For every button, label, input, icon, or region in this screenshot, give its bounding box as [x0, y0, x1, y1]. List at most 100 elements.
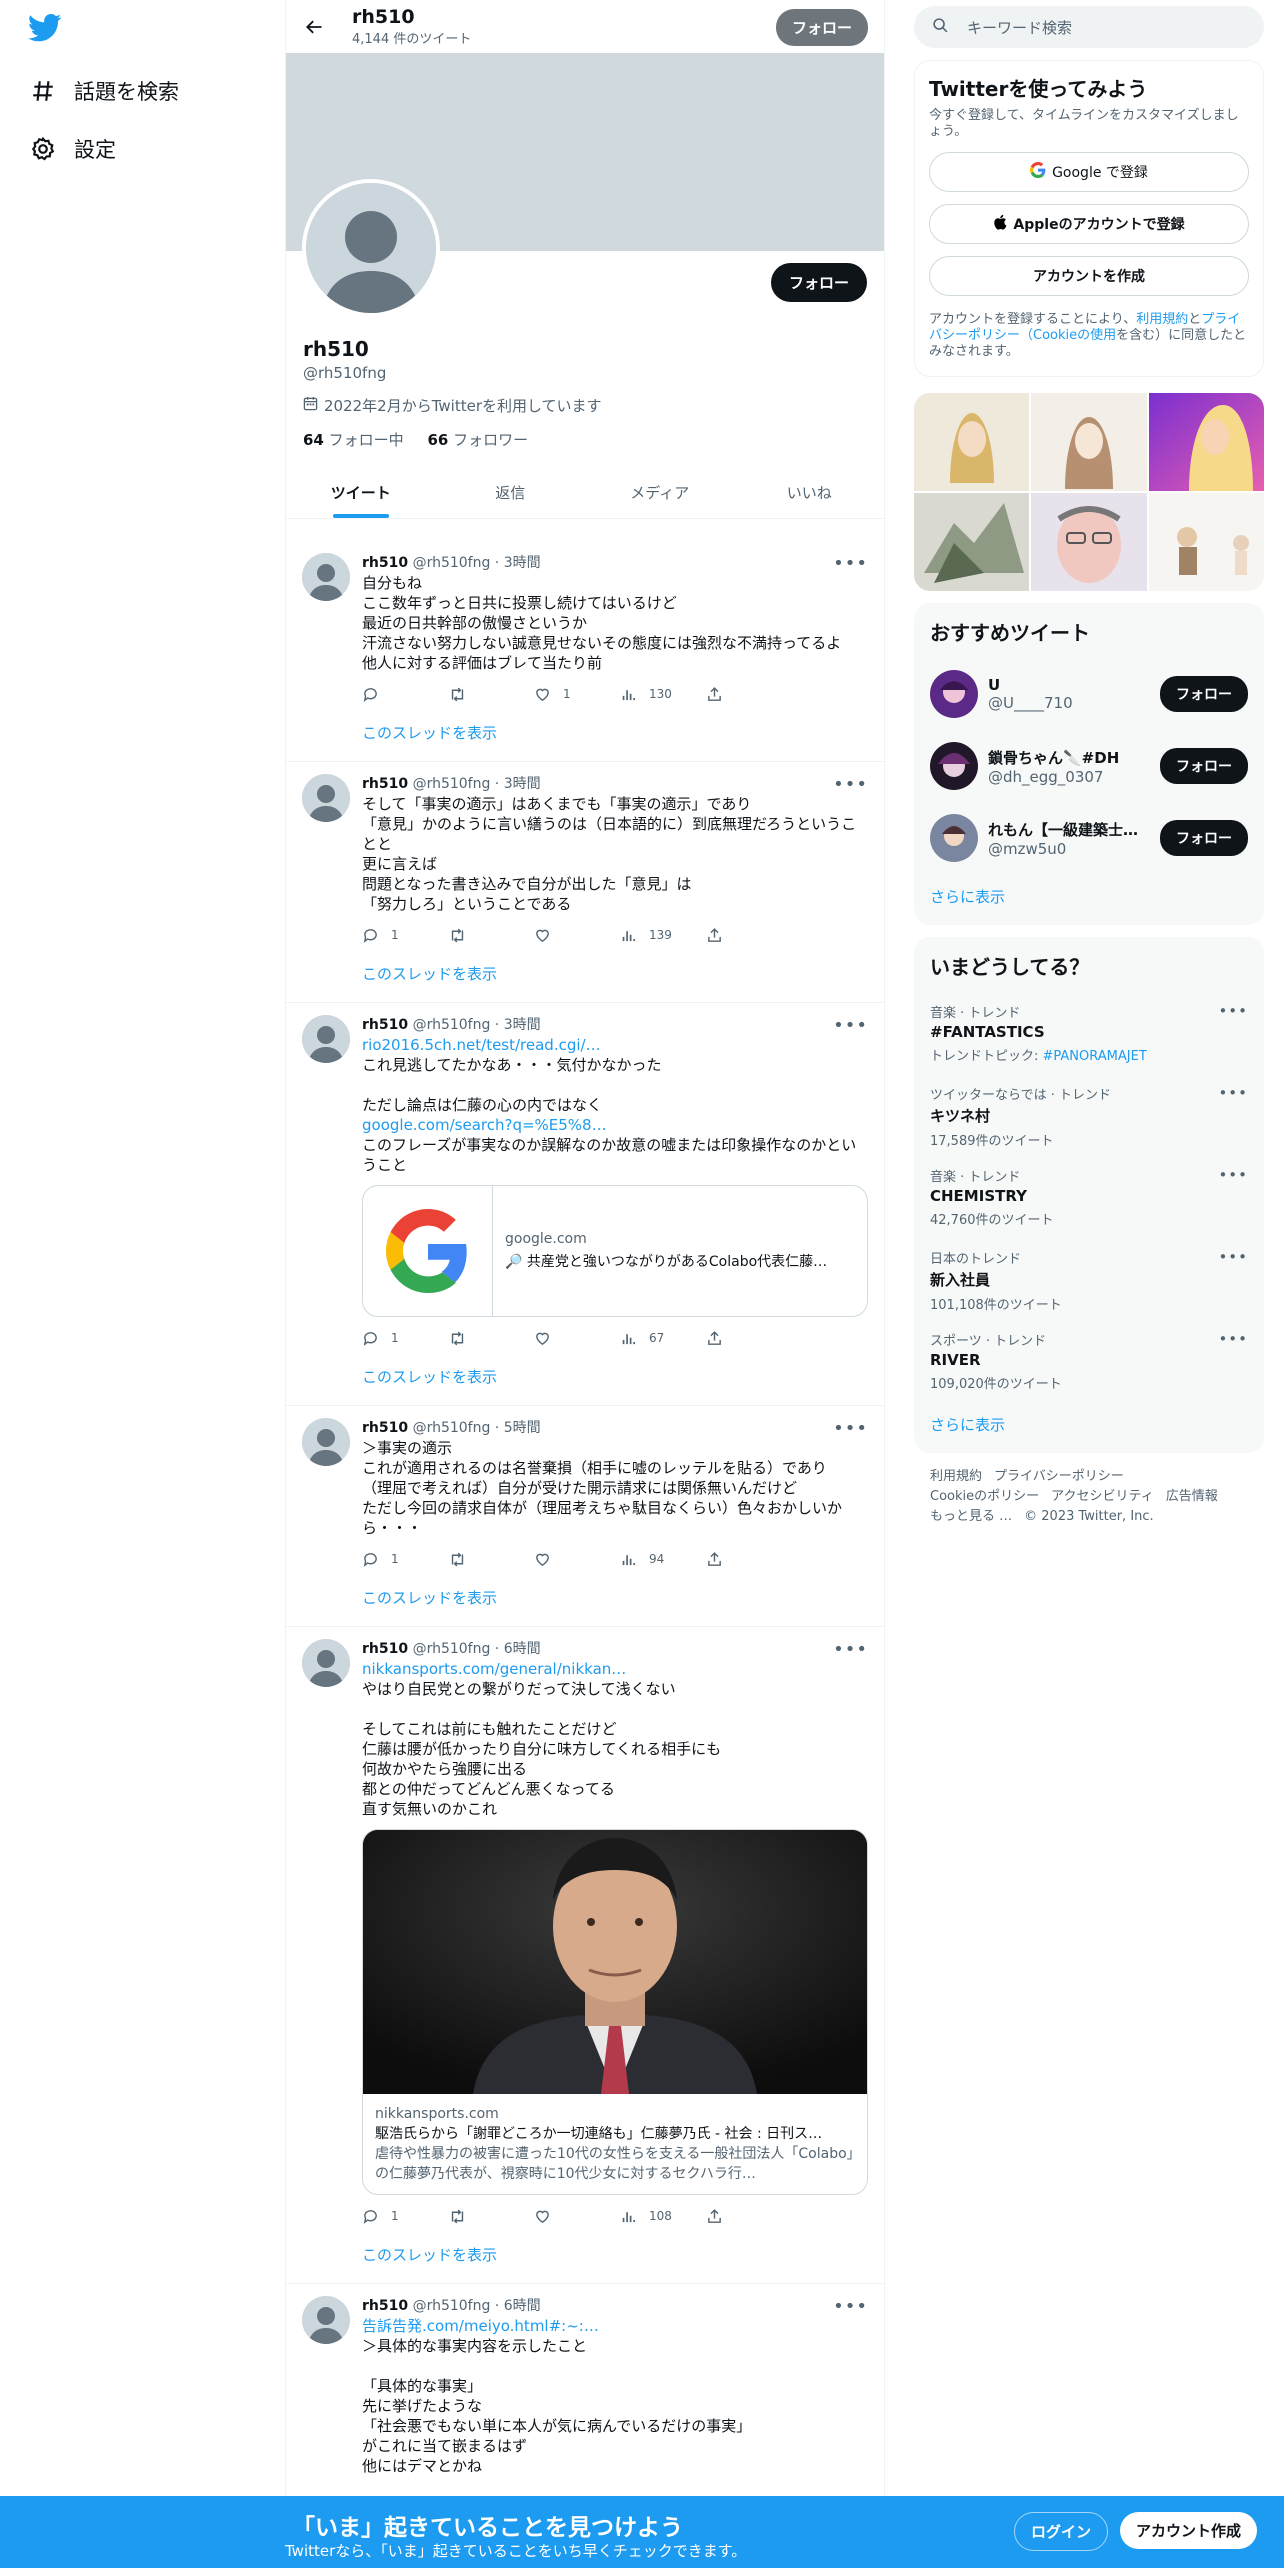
- tweet-avatar[interactable]: [302, 1015, 350, 1063]
- follow-button[interactable]: フォロー: [1160, 748, 1248, 784]
- search-box[interactable]: キーワード検索: [914, 6, 1264, 48]
- tweet-link[interactable]: nikkansports.com/general/nikkan…: [362, 1659, 868, 1679]
- more-icon[interactable]: •••: [833, 553, 868, 574]
- tweet-avatar[interactable]: [302, 1639, 350, 1687]
- recommended-user[interactable]: れもん【一級建築士… @mzw5u0 フォロー: [914, 802, 1264, 874]
- follow-button[interactable]: フォロー: [1160, 820, 1248, 856]
- footer-link[interactable]: Cookieのポリシー: [930, 1489, 1039, 1504]
- more-icon[interactable]: •••: [833, 1015, 868, 1036]
- share-button[interactable]: [706, 686, 792, 703]
- footer-link[interactable]: 利用規約: [930, 1469, 982, 1484]
- tweet[interactable]: rh510 @rh510fng · 5時間 ••• ＞事実の適示 これが適用され…: [286, 1406, 884, 1627]
- footer-link[interactable]: プライバシーポリシー: [994, 1469, 1124, 1484]
- show-thread-link[interactable]: このスレッドを表示: [362, 956, 868, 992]
- create-account-button[interactable]: アカウントを作成: [929, 256, 1249, 296]
- google-signup-button[interactable]: Google で登録: [929, 152, 1249, 192]
- tweet[interactable]: rh510 @rh510fng · 6時間 ••• 告訴告発.com/meiyo…: [286, 2284, 884, 2486]
- show-more-trends[interactable]: さらに表示: [914, 1402, 1264, 1443]
- apple-signup-button[interactable]: Appleのアカウントで登録: [929, 204, 1249, 244]
- reply-button[interactable]: [362, 686, 448, 703]
- followers-link[interactable]: 66 フォロワー: [428, 431, 529, 449]
- show-thread-link[interactable]: このスレッドを表示: [362, 2237, 868, 2273]
- profile-follow-button[interactable]: フォロー: [770, 263, 867, 302]
- media-thumbnail[interactable]: [914, 493, 1030, 591]
- tweet-time[interactable]: 5時間: [504, 1420, 541, 1436]
- reply-button[interactable]: 1: [362, 1551, 448, 1568]
- profile-avatar[interactable]: [302, 179, 440, 317]
- link-card[interactable]: google.com 🔎 共産党と強いつながりがあるColabo代表仁藤…: [362, 1185, 868, 1317]
- retweet-button[interactable]: [448, 2208, 534, 2225]
- retweet-button[interactable]: [448, 927, 534, 944]
- like-button[interactable]: [534, 1551, 620, 1568]
- tweet[interactable]: rh510 @rh510fng · 3時間 ••• そして「事実の適示」はあくま…: [286, 762, 884, 1003]
- signup-button[interactable]: アカウント作成: [1120, 2512, 1258, 2549]
- share-button[interactable]: [706, 2208, 792, 2225]
- footer-link[interactable]: アクセシビリティ: [1051, 1489, 1154, 1504]
- tweet-time[interactable]: 6時間: [504, 2298, 541, 2314]
- media-thumbnail[interactable]: [1148, 393, 1264, 491]
- follow-button[interactable]: フォロー: [1160, 676, 1248, 712]
- reply-button[interactable]: 1: [362, 927, 448, 944]
- tweet-link[interactable]: google.com/search?q=%E5%8…: [362, 1115, 868, 1135]
- tweet[interactable]: rh510 @rh510fng · 3時間 ••• 自分もね ここ数年ずっと日共…: [286, 541, 884, 762]
- share-button[interactable]: [706, 1330, 792, 1347]
- retweet-button[interactable]: [448, 1330, 534, 1347]
- terms-link[interactable]: 利用規約: [1136, 312, 1188, 327]
- avatar[interactable]: [930, 742, 978, 790]
- media-thumbnail[interactable]: [914, 393, 1030, 491]
- views-button[interactable]: 130: [620, 686, 706, 703]
- back-arrow-icon[interactable]: [302, 15, 326, 39]
- views-button[interactable]: 67: [620, 1330, 706, 1347]
- like-button[interactable]: 1: [534, 686, 620, 703]
- more-icon[interactable]: •••: [833, 2296, 868, 2317]
- tweet-link[interactable]: 告訴告発.com/meiyo.html#:~:…: [362, 2316, 868, 2336]
- tweet-time[interactable]: 3時間: [504, 555, 541, 571]
- footer-link[interactable]: 広告情報: [1166, 1489, 1218, 1504]
- tweet[interactable]: rh510 @rh510fng · 3時間 ••• rio2016.5ch.ne…: [286, 1003, 884, 1406]
- more-icon[interactable]: •••: [1218, 1330, 1248, 1348]
- tweet-avatar[interactable]: [302, 553, 350, 601]
- tweet-time[interactable]: 6時間: [504, 1641, 541, 1657]
- footer-link[interactable]: もっと見る …: [930, 1509, 1012, 1524]
- tab-tweets[interactable]: ツイート: [286, 466, 436, 518]
- more-icon[interactable]: •••: [1218, 1248, 1248, 1266]
- tab-media[interactable]: メディア: [585, 466, 735, 518]
- login-button[interactable]: ログイン: [1014, 2512, 1109, 2551]
- cookie-link[interactable]: Cookieの使用: [1033, 328, 1116, 343]
- more-icon[interactable]: •••: [833, 774, 868, 795]
- more-icon[interactable]: •••: [833, 1639, 868, 1660]
- more-icon[interactable]: •••: [1218, 1084, 1248, 1102]
- retweet-button[interactable]: [448, 686, 534, 703]
- trend-item[interactable]: スポーツ · トレンド RIVER 109,020件のツイート •••: [914, 1320, 1264, 1402]
- show-thread-link[interactable]: このスレッドを表示: [362, 715, 868, 751]
- avatar[interactable]: [930, 814, 978, 862]
- recommended-user[interactable]: 鎖骨ちゃん🔪#DH @dh_egg_0307 フォロー: [914, 730, 1264, 802]
- tweet-time[interactable]: 3時間: [504, 776, 541, 792]
- tweet[interactable]: rh510 @rh510fng · 6時間 ••• nikkansports.c…: [286, 1627, 884, 2284]
- views-button[interactable]: 108: [620, 2208, 706, 2225]
- trend-topic-link[interactable]: #PANORAMAJET: [1043, 1049, 1147, 1064]
- search-input[interactable]: キーワード検索: [967, 17, 1072, 38]
- show-thread-link[interactable]: このスレッドを表示: [362, 1359, 868, 1395]
- trend-item[interactable]: ツイッターならでは · トレンド キツネ村 17,589件のツイート •••: [914, 1074, 1264, 1156]
- views-button[interactable]: 94: [620, 1551, 706, 1568]
- share-button[interactable]: [706, 927, 792, 944]
- more-icon[interactable]: •••: [1218, 1166, 1248, 1184]
- tweet-avatar[interactable]: [302, 2296, 350, 2344]
- recommended-user[interactable]: U @U____710 フォロー: [914, 658, 1264, 730]
- retweet-button[interactable]: [448, 1551, 534, 1568]
- trend-item[interactable]: 音楽 · トレンド CHEMISTRY 42,760件のツイート •••: [914, 1156, 1264, 1238]
- more-icon[interactable]: •••: [1218, 1002, 1248, 1020]
- tweet-avatar[interactable]: [302, 774, 350, 822]
- trend-item[interactable]: 音楽 · トレンド #FANTASTICS トレンドトピック: #PANORAM…: [914, 992, 1264, 1074]
- like-button[interactable]: [534, 2208, 620, 2225]
- tweet-avatar[interactable]: [302, 1418, 350, 1466]
- header-follow-button[interactable]: フォロー: [775, 9, 868, 46]
- like-button[interactable]: [534, 1330, 620, 1347]
- link-card[interactable]: nikkansports.com 駆浩氏らから「謝罪どころか一切連絡も」仁藤夢乃…: [362, 1829, 868, 2195]
- nav-settings[interactable]: 設定: [28, 120, 257, 178]
- nav-explore[interactable]: 話題を検索: [28, 62, 257, 120]
- avatar[interactable]: [930, 670, 978, 718]
- media-thumbnail[interactable]: [1031, 393, 1147, 491]
- tweet-link[interactable]: rio2016.5ch.net/test/read.cgi/…: [362, 1035, 868, 1055]
